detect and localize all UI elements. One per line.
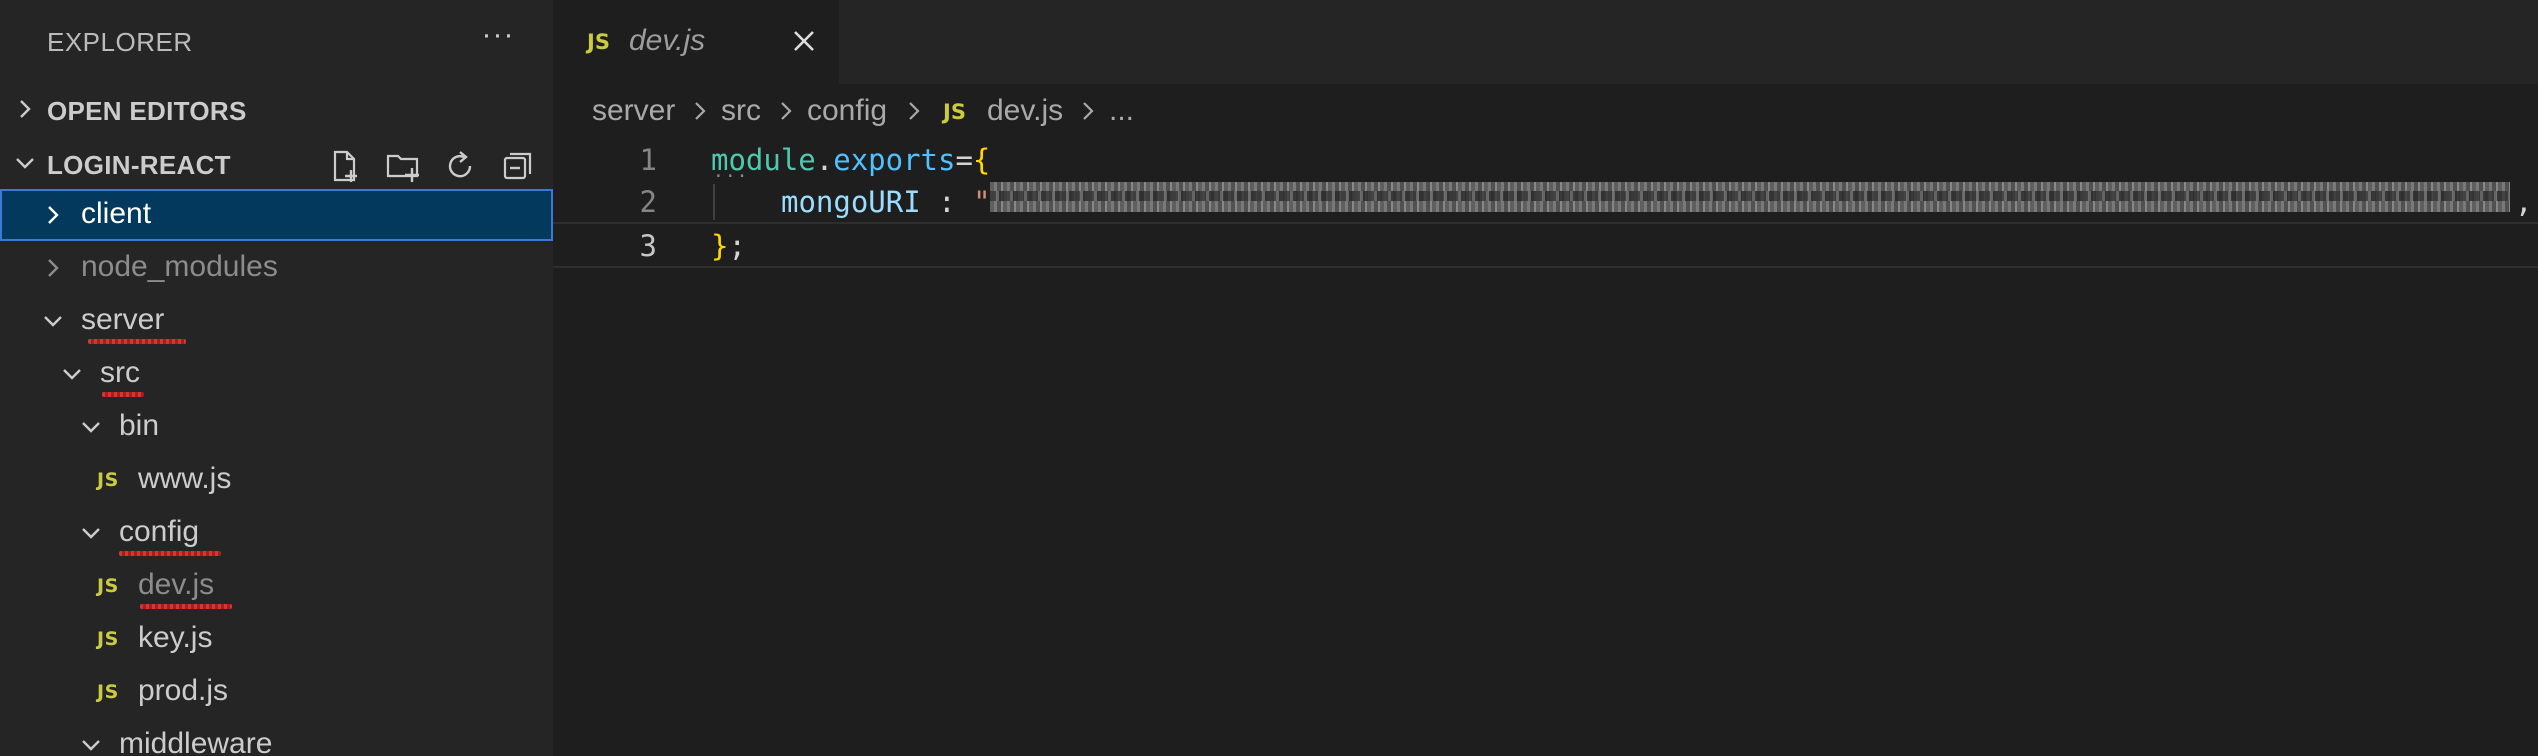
project-section[interactable]: LOGIN-REACT xyxy=(0,138,553,190)
code-text: module.exports={ xyxy=(711,143,990,177)
js-file-icon: JS xyxy=(587,30,610,54)
token: ; xyxy=(728,229,746,263)
tree-item-label: dev.js xyxy=(138,568,215,601)
open-editors-label: OPEN EDITORS xyxy=(47,96,247,126)
error-squiggle xyxy=(119,551,221,556)
new-folder-icon[interactable] xyxy=(385,148,421,184)
chevron-down-icon xyxy=(63,369,81,380)
line-number: 2 xyxy=(639,185,657,219)
token: = xyxy=(955,143,973,177)
project-actions xyxy=(325,138,553,190)
breadcrumb: server src config JS dev.js ... xyxy=(553,84,2538,138)
tree-item-bin[interactable]: bin xyxy=(0,401,553,453)
token: { xyxy=(972,143,991,177)
tree-item-label: config xyxy=(119,515,200,548)
chevron-right-icon xyxy=(1083,102,1094,120)
js-file-icon: JS xyxy=(97,469,119,491)
tree-item-label: middleware xyxy=(119,727,273,756)
tab-dev-js[interactable]: JS dev.js xyxy=(553,0,839,84)
js-file-icon: JS xyxy=(97,575,119,597)
breadcrumb-item-src[interactable]: src xyxy=(721,94,761,128)
tree-item-node-modules[interactable]: node_modules xyxy=(0,242,553,294)
editor-area: JS dev.js server src config JS dev.js ..… xyxy=(553,0,2538,756)
chevron-down-icon xyxy=(16,158,34,169)
project-label: LOGIN-REACT xyxy=(47,150,231,180)
tree-item-label: node_modules xyxy=(81,250,278,283)
open-editors-section[interactable]: OPEN EDITORS xyxy=(0,84,553,136)
token: : xyxy=(920,185,974,219)
chevron-down-icon xyxy=(82,740,100,751)
chevron-right-icon xyxy=(20,100,31,118)
tree-item-prod-js[interactable]: JS prod.js xyxy=(0,666,553,718)
code-text: mongoURI : " xyxy=(781,185,991,219)
tree-item-key-js[interactable]: JS key.js xyxy=(0,613,553,665)
token: . xyxy=(815,143,834,177)
tree-item-label: client xyxy=(81,197,152,230)
refresh-icon[interactable] xyxy=(442,148,478,184)
redacted-string xyxy=(990,182,2510,212)
code-line-current[interactable]: 3 }; xyxy=(553,222,2538,268)
tree-item-www-js[interactable]: JS www.js xyxy=(0,454,553,506)
js-file-icon: JS xyxy=(97,681,119,703)
more-actions-icon[interactable]: ··· xyxy=(478,20,518,60)
tree-item-label: src xyxy=(100,356,140,389)
explorer-sidebar: EXPLORER ··· OPEN EDITORS LOGIN-REACT cl… xyxy=(0,0,553,756)
close-icon[interactable] xyxy=(789,26,819,56)
tree-item-label: www.js xyxy=(138,462,232,495)
tab-bar: JS dev.js xyxy=(553,0,2538,84)
breadcrumb-item-config[interactable]: config xyxy=(807,94,887,128)
tree-item-dev-js[interactable]: JS dev.js xyxy=(0,560,553,612)
breadcrumb-item-dev-js[interactable]: dev.js xyxy=(987,94,1063,128)
js-file-icon: JS xyxy=(943,100,966,124)
chevron-right-icon xyxy=(909,102,920,120)
chevron-down-icon xyxy=(82,422,100,433)
collapse-all-icon[interactable] xyxy=(500,148,536,184)
new-file-icon[interactable] xyxy=(327,148,363,184)
tree-item-client[interactable]: client xyxy=(0,189,553,241)
tree-item-label: server xyxy=(81,303,165,336)
indent-guide xyxy=(713,184,715,220)
tree-item-label: prod.js xyxy=(138,674,229,707)
explorer-title: EXPLORER xyxy=(47,27,193,57)
chevron-right-icon xyxy=(695,102,706,120)
code-editor[interactable]: 1 module.exports={ ··· 2 mongoURI : " , … xyxy=(553,138,2538,756)
breadcrumb-item-server[interactable]: server xyxy=(592,94,675,128)
token: " xyxy=(973,185,991,219)
tree-item-middleware[interactable]: middleware xyxy=(0,719,553,756)
explorer-header: EXPLORER ··· xyxy=(0,0,553,84)
token: } xyxy=(711,229,729,263)
js-file-icon: JS xyxy=(97,628,119,650)
line-number: 3 xyxy=(639,229,657,263)
breadcrumb-item-more[interactable]: ... xyxy=(1109,94,1134,128)
token: exports xyxy=(833,143,956,177)
line-number: 1 xyxy=(639,143,657,177)
error-squiggle xyxy=(88,339,186,344)
token: , xyxy=(2515,185,2533,219)
tree-item-server[interactable]: server xyxy=(0,295,553,347)
tree-item-label: key.js xyxy=(138,621,213,654)
chevron-down-icon xyxy=(82,528,100,539)
code-line[interactable]: 1 module.exports={ ··· xyxy=(553,138,2538,187)
tree-item-src[interactable]: src xyxy=(0,348,553,400)
chevron-down-icon xyxy=(44,316,62,327)
chevron-right-icon xyxy=(48,259,59,277)
tab-label: dev.js xyxy=(629,24,706,57)
error-squiggle xyxy=(140,604,232,609)
token: mongoURI xyxy=(781,185,921,219)
chevron-right-icon xyxy=(48,206,59,224)
error-squiggle xyxy=(102,392,144,397)
chevron-right-icon xyxy=(781,102,792,120)
tree-item-config[interactable]: config xyxy=(0,507,553,559)
tree-item-label: bin xyxy=(119,409,160,442)
code-text: }; xyxy=(711,229,746,263)
